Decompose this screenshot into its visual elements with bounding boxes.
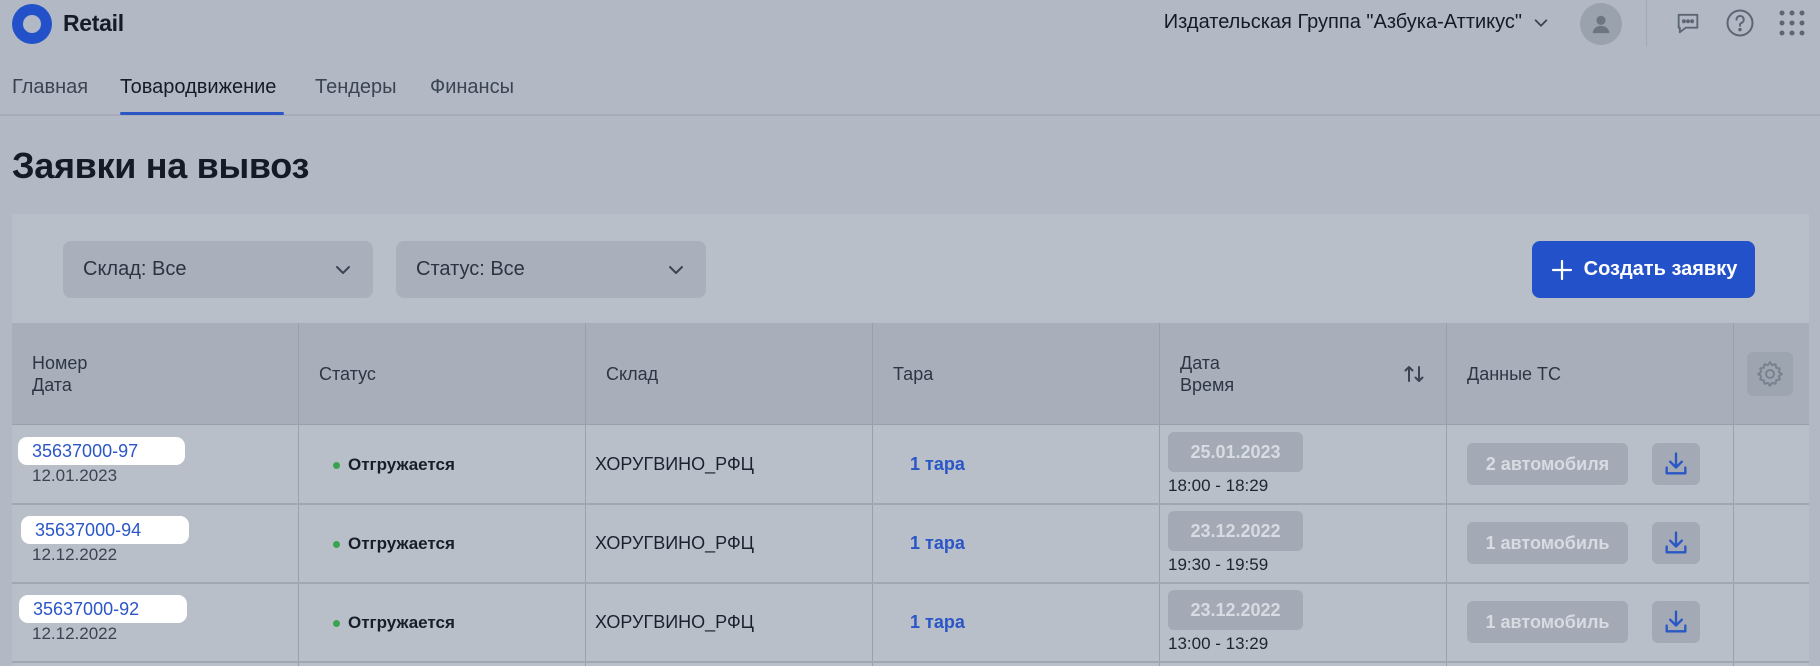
request-date: 12.01.2023	[32, 466, 118, 485]
warehouse-filter-label: Склад: Все	[83, 258, 187, 280]
avatar[interactable]	[1580, 3, 1622, 45]
column-vehicle[interactable]: Данные ТС	[1467, 323, 1561, 425]
status-text: Отгружается	[348, 534, 455, 553]
retail-logo-icon[interactable]	[12, 4, 52, 44]
column-datetime[interactable]: Дата Время	[1180, 323, 1234, 425]
organization-name: Издательская Группа "Азбука-Аттикус"	[1163, 11, 1522, 33]
tab-finance[interactable]: Финансы	[430, 76, 514, 99]
download-icon	[1665, 531, 1687, 554]
status-badge: Отгружается	[333, 534, 455, 554]
ship-time-slot: 13:00 - 13:29	[1168, 634, 1269, 653]
create-request-button[interactable]: Создать заявку	[1532, 241, 1755, 298]
tara-link[interactable]: 1 тара	[910, 533, 965, 554]
help-icon[interactable]	[1725, 8, 1755, 38]
table-settings-button[interactable]	[1747, 352, 1793, 396]
apps-grid-icon[interactable]	[1777, 8, 1807, 38]
request-number-link[interactable]: 35637000-92	[19, 595, 187, 623]
user-icon	[1592, 15, 1610, 34]
column-tara[interactable]: Тара	[893, 323, 933, 425]
tara-link[interactable]: 1 тара	[910, 454, 965, 475]
status-dot-icon	[333, 540, 340, 548]
ship-time-slot: 18:00 - 18:29	[1168, 476, 1269, 495]
download-icon	[1665, 452, 1687, 475]
warehouse-name: ХОРУГВИНО_РФЦ	[595, 612, 754, 632]
column-number-label: Номер	[32, 353, 88, 373]
vehicle-data-button[interactable]: 1 автомобиль	[1467, 522, 1628, 564]
status-text: Отгружается	[348, 613, 455, 632]
ship-date-chip: 23.12.2022	[1168, 511, 1303, 551]
active-tab-indicator	[120, 112, 284, 115]
request-number-link[interactable]: 35637000-94	[21, 516, 189, 544]
table-header: Номер Дата Статус Склад Тара Дата Время …	[12, 323, 1809, 425]
plus-icon	[1551, 259, 1572, 280]
download-button[interactable]	[1652, 601, 1700, 643]
column-number-date[interactable]: Номер Дата	[32, 323, 87, 425]
column-status[interactable]: Статус	[319, 323, 376, 425]
column-datetime-time-label: Время	[1180, 375, 1235, 395]
column-tara-label: Тара	[893, 364, 934, 384]
ship-date-chip: 23.12.2022	[1168, 590, 1303, 630]
status-text: Отгружается	[348, 455, 455, 474]
request-date: 12.12.2022	[32, 624, 118, 643]
warehouse-filter[interactable]: Склад: Все	[63, 241, 373, 298]
status-dot-icon	[333, 461, 340, 469]
request-number-link[interactable]: 35637000-97	[18, 437, 185, 465]
tab-tenders[interactable]: Тендеры	[315, 76, 397, 99]
page-title: Заявки на вывоз	[12, 145, 310, 186]
organization-selector[interactable]: Издательская Группа "Азбука-Аттикус"	[1164, 11, 1550, 34]
column-datetime-date-label: Дата	[1180, 353, 1220, 373]
column-date-label: Дата	[32, 375, 72, 395]
download-button[interactable]	[1652, 522, 1700, 564]
ship-time-slot: 19:30 - 19:59	[1168, 555, 1269, 574]
vehicle-data-button[interactable]: 1 автомобиль	[1467, 601, 1628, 643]
header-divider	[1646, 0, 1647, 46]
requests-panel: Склад: Все Статус: Все Создать заявку Но…	[12, 214, 1809, 666]
status-badge: Отгружается	[333, 613, 455, 633]
ship-date-chip: 25.01.2023	[1168, 432, 1303, 472]
status-dot-icon	[333, 619, 340, 627]
chat-icon[interactable]	[1673, 8, 1703, 38]
create-request-label: Создать заявку	[1583, 258, 1738, 280]
gear-icon	[1757, 361, 1783, 387]
chevron-down-icon	[336, 265, 350, 274]
status-badge: Отгружается	[333, 455, 455, 475]
tara-link[interactable]: 1 тара	[910, 612, 965, 633]
chevron-down-icon	[669, 265, 683, 274]
download-icon	[1665, 610, 1687, 633]
main-nav: Главная Товародвижение Тендеры Финансы	[0, 62, 1820, 116]
tab-goods-movement[interactable]: Товародвижение	[120, 76, 276, 99]
tab-main[interactable]: Главная	[12, 76, 88, 99]
top-bar: Retail Издательская Группа "Азбука-Аттик…	[0, 0, 1820, 46]
request-date: 12.12.2022	[32, 545, 118, 564]
column-status-label: Статус	[319, 364, 376, 384]
brand-name: Retail	[63, 10, 124, 36]
column-vehicle-label: Данные ТС	[1467, 364, 1562, 384]
chevron-down-icon	[1534, 18, 1548, 27]
download-button[interactable]	[1652, 443, 1700, 485]
column-warehouse-label: Склад	[606, 364, 659, 384]
sort-icon[interactable]	[1402, 323, 1426, 425]
warehouse-name: ХОРУГВИНО_РФЦ	[595, 533, 754, 553]
status-filter[interactable]: Статус: Все	[396, 241, 706, 298]
vehicle-data-button[interactable]: 2 автомобиля	[1467, 443, 1628, 485]
warehouse-name: ХОРУГВИНО_РФЦ	[595, 454, 754, 474]
status-filter-label: Статус: Все	[416, 258, 525, 280]
column-warehouse[interactable]: Склад	[606, 323, 658, 425]
